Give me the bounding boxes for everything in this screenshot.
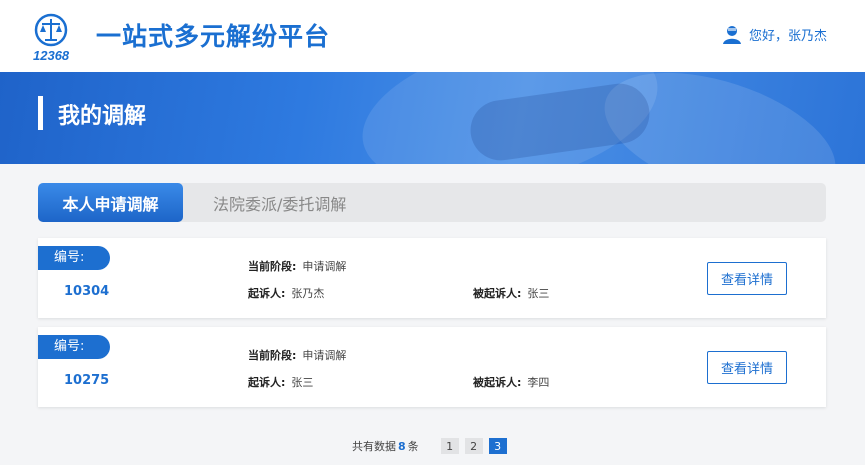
tab-self-applied-mediation[interactable]: 本人申请调解	[38, 183, 183, 222]
view-details-button[interactable]: 查看详情	[707, 351, 787, 384]
case-plaintiff: 起诉人: 张三	[248, 376, 314, 389]
case-card: 编号: 10304 当前阶段: 申请调解 起诉人: 张乃杰 被起诉人: 张三 查看详情	[38, 238, 826, 318]
top-header: 12368 一站式多元解纷平台 您好，张乃杰	[0, 0, 865, 72]
tab-court-assigned-mediation[interactable]: 法院委派/委托调解	[213, 183, 346, 222]
case-number: 10304	[64, 284, 110, 299]
tab-bar: 本人申请调解 法院委派/委托调解	[38, 183, 826, 222]
case-plaintiff: 起诉人: 张乃杰	[248, 287, 325, 300]
case-number-label: 编号:	[38, 246, 110, 270]
case-number-label: 编号:	[38, 335, 110, 359]
total-count: 8	[398, 439, 406, 453]
platform-title: 一站式多元解纷平台	[96, 22, 331, 51]
page-button-1[interactable]: 1	[440, 438, 459, 454]
page-button-2[interactable]: 2	[464, 438, 483, 454]
svg-text:12368: 12368	[33, 48, 70, 63]
case-stage: 当前阶段: 申请调解	[248, 349, 347, 362]
case-stage: 当前阶段: 申请调解	[248, 260, 347, 273]
case-defendant: 被起诉人: 李四	[473, 376, 550, 389]
user-menu[interactable]: 您好，张乃杰	[722, 24, 827, 44]
case-number: 10275	[64, 373, 110, 388]
case-defendant: 被起诉人: 张三	[473, 287, 550, 300]
pagination: 共有数据 8 条 1 2 3	[352, 438, 507, 454]
pagination-prefix: 共有数据	[352, 440, 396, 453]
view-details-button[interactable]: 查看详情	[707, 262, 787, 295]
user-avatar-icon	[722, 26, 741, 44]
case-card: 编号: 10275 当前阶段: 申请调解 起诉人: 张三 被起诉人: 李四 查看详情	[38, 327, 826, 407]
banner-accent-bar	[38, 96, 43, 130]
court-logo-icon: 12368	[33, 13, 70, 63]
page-title: 我的调解	[58, 104, 147, 129]
pagination-suffix: 条	[407, 440, 419, 453]
page-button-3[interactable]: 3	[488, 438, 507, 454]
user-greeting: 您好，张乃杰	[748, 28, 827, 44]
